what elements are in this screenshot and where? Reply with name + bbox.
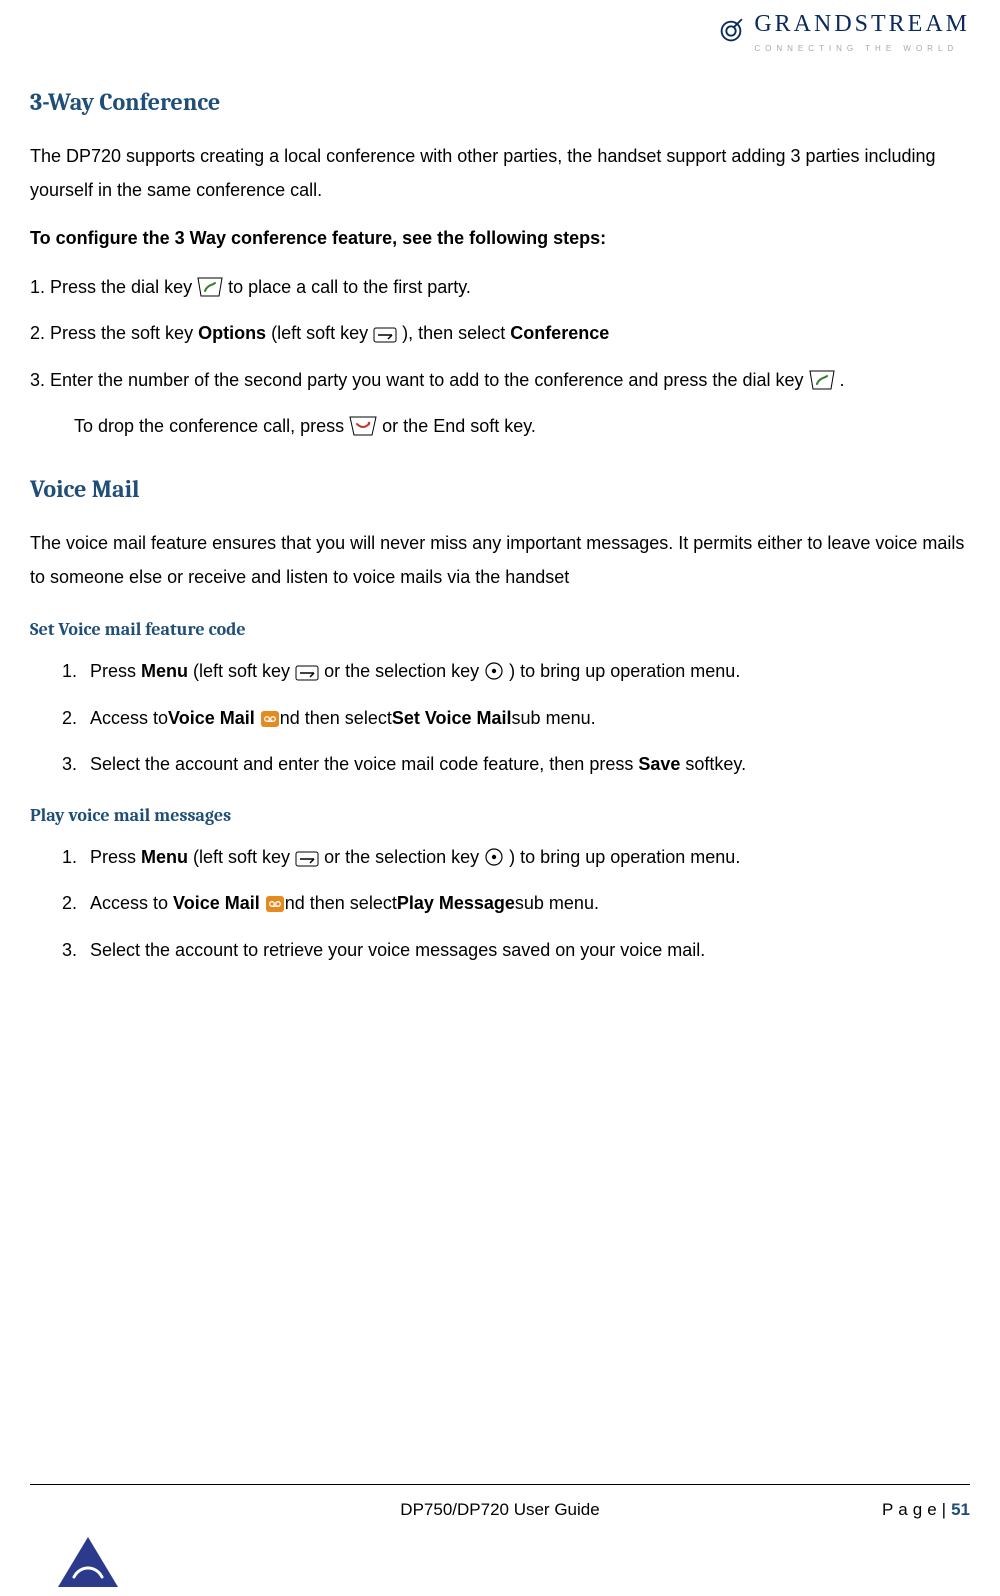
voicemail-icon (260, 710, 280, 728)
voicemail-icon (265, 895, 285, 913)
footer: DP750/DP720 User Guide Page|51 (30, 1484, 970, 1523)
set-vm-step1-d: ) to bring up operation menu. (504, 661, 740, 681)
play-vm-step1-menu: Menu (141, 847, 188, 867)
section1-step1: 1. Press the dial key to place a call to… (30, 271, 970, 303)
section1-step2-text-c: ), then select (402, 323, 510, 343)
section1-step2-conference: Conference (510, 323, 609, 343)
left-softkey-icon (373, 327, 397, 343)
set-vm-step2-d: sub menu. (512, 708, 596, 728)
play-vm-step2-c: nd then select (285, 893, 397, 913)
section1-step3-text-a: 3. Enter the number of the second party … (30, 370, 803, 390)
section1-step2: 2. Press the soft key Options (left soft… (30, 317, 970, 349)
play-vm-step1-d: ) to bring up operation menu. (504, 847, 740, 867)
set-vm-steps: Press Menu (left soft key or the selecti… (52, 656, 970, 780)
play-vm-step1-c: or the selection key (319, 847, 479, 867)
footer-page-label: Page| (882, 1500, 951, 1519)
play-vm-step2-d: sub menu. (515, 893, 599, 913)
left-softkey-icon (295, 665, 319, 681)
page: GRANDSTREAM CONNECTING THE WORLD 3-Way C… (0, 0, 1000, 1593)
section1-step1-text-b: to place a call to the first party. (228, 277, 471, 297)
set-vm-step3-b: softkey. (680, 754, 746, 774)
set-vm-step2-vm: Voice Mail (168, 708, 255, 728)
section-title-3way: 3-Way Conference (30, 84, 970, 121)
brand-mark-icon (716, 16, 746, 46)
selection-key-icon (484, 661, 504, 681)
header: GRANDSTREAM CONNECTING THE WORLD (30, 0, 970, 56)
set-vm-step3-save: Save (638, 754, 680, 774)
play-vm-step2-play: Play Message (397, 893, 515, 913)
section1-step2-text-a: 2. Press the soft key (30, 323, 198, 343)
set-vm-step2-c: nd then select (280, 708, 392, 728)
play-vm-step3-text: Select the account to retrieve your voic… (90, 940, 705, 960)
set-vm-step2-setvm: Set Voice Mail (392, 708, 512, 728)
section-title-voicemail: Voice Mail (30, 471, 970, 508)
brand-text: GRANDSTREAM CONNECTING THE WORLD (754, 6, 970, 56)
brand-tagline: CONNECTING THE WORLD (754, 43, 970, 55)
section1-step3-text-b: . (835, 370, 845, 390)
section2-intro: The voice mail feature ensures that you … (30, 526, 970, 594)
set-vm-step1: Press Menu (left soft key or the selecti… (82, 656, 970, 687)
section1-intro: The DP720 supports creating a local conf… (30, 139, 970, 207)
set-vm-step2-a: Access to (90, 708, 168, 728)
section1-step2-text-b: (left soft key (266, 323, 373, 343)
end-key-icon (349, 416, 377, 436)
set-vm-step3-a: Select the account and enter the voice m… (90, 754, 638, 774)
set-vm-step1-b: (left soft key (188, 661, 295, 681)
subsection-set-vm-code: Set Voice mail feature code (30, 616, 970, 644)
set-vm-step2: Access toVoice Mail nd then selectSet Vo… (82, 703, 970, 734)
play-vm-step1: Press Menu (left soft key or the selecti… (82, 842, 970, 873)
play-vm-step1-a: Press (90, 847, 141, 867)
left-softkey-icon (295, 851, 319, 867)
play-vm-steps: Press Menu (left soft key or the selecti… (52, 842, 970, 966)
section1-config-heading: To configure the 3 Way conference featur… (30, 225, 970, 253)
section1-step3-drop-a: To drop the conference call, press (74, 416, 349, 436)
corner-triangle-icon (58, 1527, 118, 1587)
footer-page-cell: Page|51 (810, 1497, 970, 1523)
brand-name: GRANDSTREAM (754, 6, 970, 43)
dial-key-icon (809, 370, 835, 390)
section1-step3: 3. Enter the number of the second party … (30, 364, 970, 396)
play-vm-step2: Access to Voice Mail nd then selectPlay … (82, 888, 970, 919)
subsection-play-vm: Play voice mail messages (30, 802, 970, 830)
set-vm-step3: Select the account and enter the voice m… (82, 749, 970, 780)
footer-rule (30, 1484, 970, 1485)
play-vm-step1-b: (left soft key (188, 847, 295, 867)
set-vm-step1-a: Press (90, 661, 141, 681)
section1-step2-options: Options (198, 323, 266, 343)
section1-step1-text-a: 1. Press the dial key (30, 277, 197, 297)
brand-logo: GRANDSTREAM CONNECTING THE WORLD (716, 6, 970, 56)
section1-step3-drop: To drop the conference call, press or th… (74, 410, 970, 442)
set-vm-step1-c: or the selection key (319, 661, 479, 681)
play-vm-step2-vm: Voice Mail (173, 893, 260, 913)
play-vm-step3: Select the account to retrieve your voic… (82, 935, 970, 966)
section1-step3-drop-b: or the End soft key. (382, 416, 536, 436)
selection-key-icon (484, 847, 504, 867)
play-vm-step2-a: Access to (90, 893, 173, 913)
set-vm-step1-menu: Menu (141, 661, 188, 681)
footer-doc-title: DP750/DP720 User Guide (190, 1497, 810, 1523)
dial-key-icon (197, 277, 223, 297)
footer-page-number: 51 (951, 1500, 970, 1519)
